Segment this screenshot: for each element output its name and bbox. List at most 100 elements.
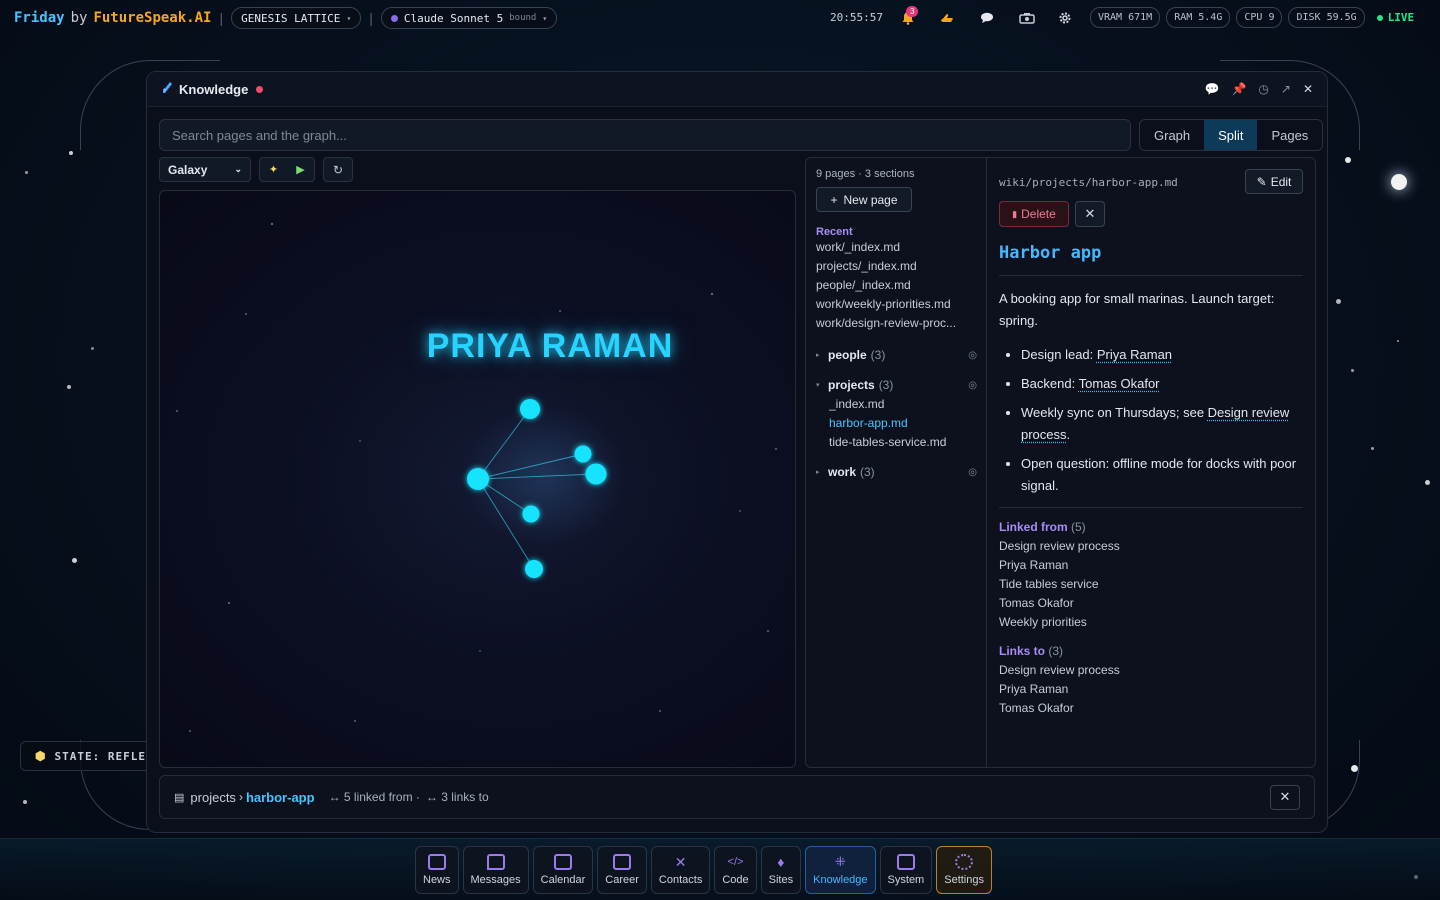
file-icon: ▤ <box>174 791 185 804</box>
graph-node[interactable] <box>522 505 540 523</box>
hand-icon[interactable] <box>938 9 956 27</box>
section-work[interactable]: ▸ work (3) ◎ <box>816 462 977 482</box>
calendar-icon <box>553 854 572 870</box>
brand-by: by <box>70 10 88 26</box>
recent-item[interactable]: work/weekly-priorities.md <box>816 295 977 314</box>
graph-svg <box>176 222 777 732</box>
clock-icon[interactable]: ◷ <box>1258 82 1268 96</box>
camera-icon[interactable] <box>1018 9 1036 27</box>
breadcrumb-section[interactable]: projects <box>190 790 236 805</box>
file-item[interactable]: _index.md <box>829 395 977 414</box>
briefcase-icon <box>613 854 632 870</box>
graph-node[interactable] <box>525 560 543 578</box>
gear-icon <box>955 854 974 870</box>
model-status-dot <box>390 14 398 22</box>
close-detail-button[interactable]: ✕ <box>1075 201 1105 227</box>
target-icon[interactable]: ◎ <box>968 380 977 391</box>
wiki-link[interactable]: Priya Raman <box>1097 347 1172 362</box>
backlink-item[interactable]: Priya Raman <box>999 556 1303 575</box>
tab-pages[interactable]: Pages <box>1257 120 1322 150</box>
tab-split[interactable]: Split <box>1204 120 1258 150</box>
section-name: projects <box>828 378 875 392</box>
plus-icon: + <box>830 192 838 207</box>
section-name: work <box>828 465 857 479</box>
pin-icon[interactable]: 📌 <box>1231 82 1246 96</box>
dock-knowledge[interactable]: ⁜ Knowledge <box>805 846 876 894</box>
file-item-active[interactable]: harbor-app.md <box>829 414 977 433</box>
linked-from-heading: Linked from (5) <box>999 520 1303 534</box>
dock-label: Settings <box>944 874 984 886</box>
refresh-icon[interactable]: ↻ <box>323 157 353 182</box>
backlink-item[interactable]: Tomas Okafor <box>999 594 1303 613</box>
graph-node-focus[interactable] <box>467 468 489 490</box>
dock-code[interactable]: </> Code <box>714 846 757 894</box>
live-label: LIVE <box>1387 11 1415 24</box>
window-titlebar[interactable]: Knowledge 💬 📌 ◷ ↗ ✕ <box>147 72 1327 107</box>
recent-item[interactable]: people/_index.md <box>816 276 977 295</box>
outlink-item[interactable]: Tomas Okafor <box>999 699 1303 718</box>
backlink-item[interactable]: Tide tables service <box>999 575 1303 594</box>
dock-system[interactable]: System <box>879 846 933 894</box>
dock-label: Career <box>605 874 639 886</box>
state-indicator[interactable]: ⬢ STATE: REFLE <box>20 741 150 771</box>
dock-career[interactable]: Career <box>597 846 647 894</box>
tab-graph[interactable]: Graph <box>1140 120 1204 150</box>
target-icon[interactable]: ◎ <box>968 350 977 361</box>
bullet-text: . <box>1066 427 1071 442</box>
view-tabs: Graph Split Pages <box>1139 119 1324 151</box>
dock-label: Contacts <box>658 874 703 886</box>
new-page-button[interactable]: + New page <box>816 187 912 212</box>
page-detail-panel: wiki/projects/harbor-app.md ✎ Edit ▮ Del… <box>986 157 1316 768</box>
section-projects[interactable]: ▾ projects (3) ◎ <box>816 375 977 395</box>
play-icon[interactable]: ▶ <box>287 158 314 181</box>
pages-meta: 9 pages · 3 sections <box>816 168 915 180</box>
section-people[interactable]: ▸ people (3) ◎ <box>816 345 977 365</box>
workspace-name: GENESIS LATTICE <box>241 11 341 25</box>
search-input[interactable] <box>159 119 1131 151</box>
recent-item[interactable]: work/design-review-proc... <box>816 314 977 333</box>
breadcrumb-slug: harbor-app <box>245 789 315 805</box>
chat-icon[interactable] <box>978 9 996 27</box>
file-item[interactable]: tide-tables-service.md <box>829 433 977 452</box>
messages-icon <box>486 854 505 870</box>
dock-news[interactable]: News <box>415 846 459 894</box>
close-icon[interactable]: ✕ <box>1303 82 1313 96</box>
links-to-section: Links to (3) Design review process Priya… <box>999 644 1303 718</box>
dock-messages[interactable]: Messages <box>462 846 529 894</box>
dock-calendar[interactable]: Calendar <box>532 846 594 894</box>
recent-item[interactable]: projects/_index.md <box>816 257 977 276</box>
edit-button[interactable]: ✎ Edit <box>1245 169 1303 194</box>
expand-icon[interactable]: ↗ <box>1281 82 1291 96</box>
chat-icon[interactable]: 💬 <box>1204 82 1219 96</box>
backlink-item[interactable]: Design review process <box>999 537 1303 556</box>
dock-sites[interactable]: ♦ Sites <box>760 846 802 894</box>
graph-node[interactable] <box>574 445 592 463</box>
workspace-selector[interactable]: GENESIS LATTICE ▾ <box>231 7 362 29</box>
backlink-item[interactable]: Weekly priorities <box>999 613 1303 632</box>
edit-label: Edit <box>1270 174 1292 189</box>
delete-button[interactable]: ▮ Delete <box>999 201 1069 227</box>
recent-item[interactable]: work/_index.md <box>816 238 977 257</box>
graph-node[interactable] <box>585 463 607 485</box>
graph-node[interactable] <box>520 399 540 419</box>
close-statusbar-button[interactable]: ✕ <box>1270 784 1300 810</box>
links-to-count: (3) <box>1048 644 1064 658</box>
gear-icon[interactable] <box>1056 9 1074 27</box>
outlink-item[interactable]: Design review process <box>999 661 1303 680</box>
dock-settings[interactable]: Settings <box>936 846 992 894</box>
knowledge-window: Knowledge 💬 📌 ◷ ↗ ✕ Graph Split Pages Ga… <box>146 71 1328 833</box>
caret-down-icon: ▾ <box>816 382 820 389</box>
knowledge-graph-icon: ⁜ <box>834 854 846 869</box>
dock-contacts[interactable]: ✕ Contacts <box>650 846 711 894</box>
outlink-item[interactable]: Priya Raman <box>999 680 1303 699</box>
page-bullets: Design lead: Priya Raman Backend: Tomas … <box>999 344 1303 497</box>
sparkle-icon[interactable]: ✦ <box>260 158 287 181</box>
graph-canvas[interactable]: PRIYA RAMAN <box>159 190 796 768</box>
model-selector[interactable]: Claude Sonnet 5 bound ▾ <box>380 7 558 29</box>
wiki-link[interactable]: Tomas Okafor <box>1079 376 1160 391</box>
linked-from-section: Linked from (5) Design review process Pr… <box>999 507 1303 632</box>
target-icon[interactable]: ◎ <box>968 467 977 478</box>
linked-from-label: Linked from <box>999 520 1068 534</box>
window-controls: 💬 📌 ◷ ↗ ✕ <box>1204 82 1313 96</box>
layout-select[interactable]: Galaxy ⌄ <box>159 157 251 182</box>
